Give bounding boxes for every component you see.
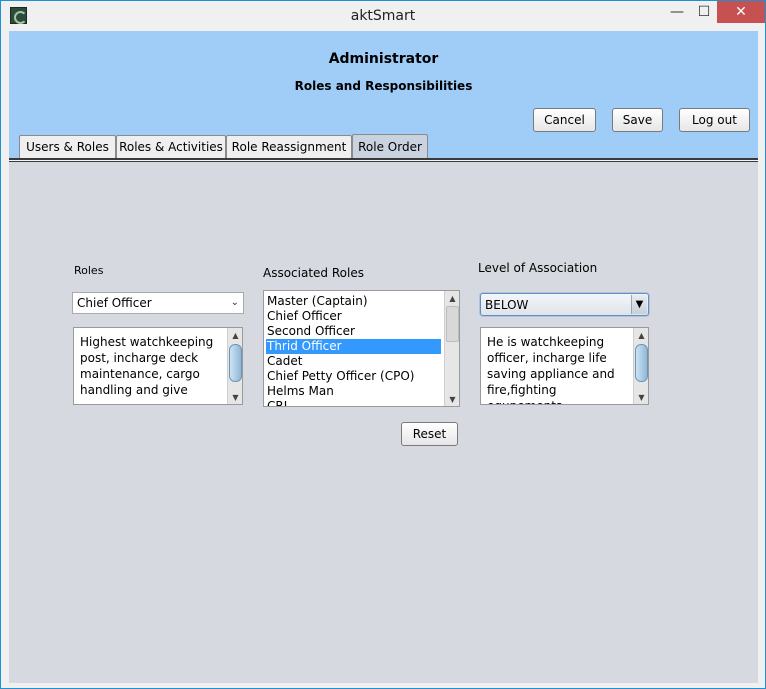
associated-roles-scrollbar[interactable]: ▲ ▼ [444,291,459,406]
roles-selected-value: Chief Officer [77,296,152,310]
associated-roles-label: Associated Roles [263,266,364,280]
scroll-thumb[interactable] [635,344,648,382]
level-label: Level of Association [478,261,598,275]
scroll-thumb[interactable] [446,306,459,342]
save-button[interactable]: Save [612,108,663,132]
maximize-button[interactable]: ☐ [691,1,717,23]
roles-description-scrollbar[interactable]: ▲ ▼ [227,328,242,404]
role-order-panel: Roles Chief Officer ⌄ Highest watchkeepi… [9,162,758,683]
roles-description-text: Highest watchkeeping post, incharge deck… [80,335,214,397]
list-item[interactable]: Helms Man [266,384,441,399]
scroll-up-icon[interactable]: ▲ [445,291,459,305]
list-item[interactable]: Chief Officer [266,309,441,324]
dropdown-arrow-icon: ▼ [631,295,647,314]
logout-button[interactable]: Log out [679,108,750,132]
minimize-button[interactable]: — [663,1,691,23]
roles-description-textarea[interactable]: Highest watchkeeping post, incharge deck… [73,327,243,405]
level-description-textarea[interactable]: He is watchkeeping officer, incharge lif… [480,327,649,405]
tab-role-reassignment[interactable]: Role Reassignment [226,135,352,158]
scroll-down-icon[interactable]: ▼ [634,390,648,404]
scroll-thumb[interactable] [229,344,242,382]
list-item[interactable]: Master (Captain) [266,294,441,309]
cancel-button[interactable]: Cancel [533,108,596,132]
tab-users-roles[interactable]: Users & Roles [19,135,116,158]
scroll-up-icon[interactable]: ▲ [634,328,648,342]
page-title: Administrator [328,51,439,67]
title-bar[interactable]: aktSmart — ☐ ✕ [1,1,765,31]
list-item[interactable]: Cadet [266,354,441,369]
level-dropdown[interactable]: BELOW ▼ [480,293,649,316]
associated-roles-list[interactable]: Master (Captain) Chief Officer Second Of… [263,290,460,407]
level-description-scrollbar[interactable]: ▲ ▼ [633,328,648,404]
tab-strip: Users & Roles Roles & Activities Role Re… [9,132,758,158]
scroll-down-icon[interactable]: ▼ [445,392,459,406]
scroll-down-icon[interactable]: ▼ [228,390,242,404]
roles-dropdown[interactable]: Chief Officer ⌄ [72,292,244,314]
chevron-down-icon: ⌄ [230,297,239,308]
reset-button[interactable]: Reset [401,422,458,446]
header-panel: Administrator Roles and Responsibilities… [9,31,758,132]
tab-role-order[interactable]: Role Order [352,134,428,158]
level-description-text: He is watchkeeping officer, incharge lif… [487,335,615,404]
roles-label: Roles [74,264,104,277]
list-item[interactable]: CRJ [266,399,441,406]
app-window: aktSmart — ☐ ✕ Administrator Roles and R… [0,0,766,689]
tab-roles-activities[interactable]: Roles & Activities [116,135,226,158]
window-title: aktSmart [350,8,416,24]
page-subtitle: Roles and Responsibilities [294,79,473,93]
list-item-selected[interactable]: Thrid Officer [266,339,441,354]
list-item[interactable]: Chief Petty Officer (CPO) [266,369,441,384]
list-item[interactable]: Second Officer [266,324,441,339]
level-selected-value: BELOW [485,297,529,312]
scroll-up-icon[interactable]: ▲ [228,328,242,342]
close-button[interactable]: ✕ [717,1,765,23]
